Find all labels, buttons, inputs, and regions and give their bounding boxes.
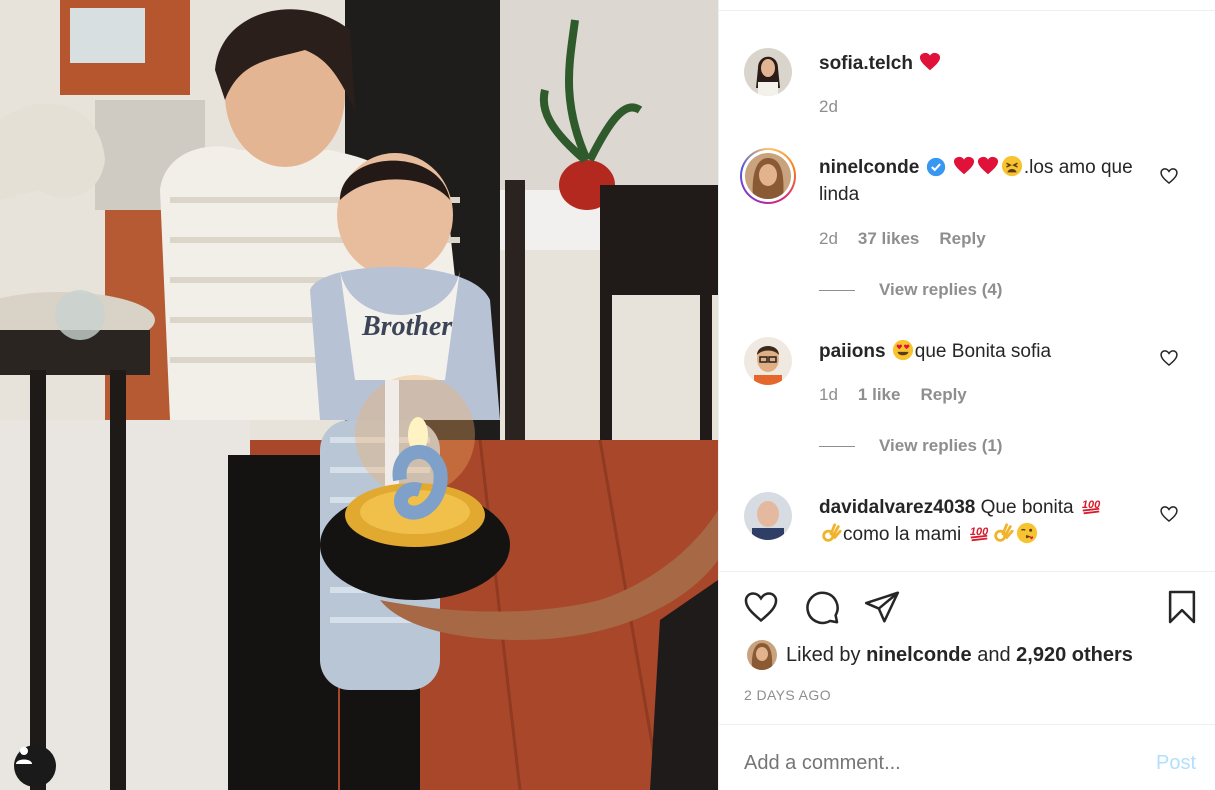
avatar-image [747, 640, 777, 670]
divider [719, 724, 1215, 725]
comment-like-icon[interactable] [1159, 504, 1179, 524]
comment-likes-link[interactable]: 1 like [858, 385, 901, 405]
verified-badge-icon [926, 157, 945, 177]
red-heart-icon [920, 52, 941, 71]
post-photo-illustration: Brother [0, 0, 718, 790]
divider [719, 571, 1215, 572]
view-replies-button[interactable]: View replies (1) [819, 436, 1002, 456]
red-heart-icon [977, 156, 998, 175]
comment-like-icon[interactable] [1159, 348, 1179, 368]
speech-bubble-icon[interactable] [803, 588, 841, 626]
liked-by-and: and [977, 643, 1011, 666]
svg-text:Brother: Brother [361, 311, 453, 342]
reply-button[interactable]: Reply [920, 385, 966, 405]
caption-meta: 2d [819, 97, 838, 117]
comment-time: 1d [819, 385, 838, 404]
comment-paiions: paiions que Bonita sofia [819, 338, 1139, 365]
paper-plane-icon[interactable] [863, 588, 901, 626]
comment-username[interactable]: ninelconde [819, 157, 919, 178]
view-replies-label: View replies (4) [879, 280, 1003, 299]
winking-kiss-emoji-icon [1016, 522, 1037, 544]
comment-username[interactable]: paiions [819, 341, 886, 362]
avatar-sofia-telch[interactable] [744, 48, 792, 96]
avatar-image [744, 48, 792, 96]
view-replies-button[interactable]: View replies (4) [819, 280, 1002, 300]
liked-by-prefix: Liked by [786, 643, 861, 666]
ok-hand-emoji-icon [822, 523, 842, 542]
caption-text: sofia.telch [819, 50, 1139, 77]
bookmark-icon[interactable] [1163, 588, 1201, 626]
comment-text: Que bonita [980, 497, 1074, 518]
avatar-image [745, 153, 791, 199]
heart-outline-icon[interactable] [742, 588, 780, 626]
divider [819, 289, 855, 291]
divider [719, 10, 1215, 11]
comment-time: 2d [819, 229, 838, 248]
comment-meta: 2d 37 likes Reply [819, 229, 986, 249]
red-heart-icon [953, 156, 974, 175]
reply-button[interactable]: Reply [939, 229, 985, 249]
avatar-paiions[interactable] [744, 337, 792, 385]
comment-text: como la mami [843, 524, 962, 545]
comment-text: que Bonita sofia [914, 341, 1052, 362]
likes-summary: Liked by ninelconde and 2,920 others [747, 640, 1133, 670]
avatar-ninelconde[interactable] [740, 148, 796, 204]
avatar-image [744, 492, 792, 540]
person-icon [16, 747, 32, 764]
post-comment-button[interactable]: Post [1156, 752, 1196, 775]
tired-face-emoji-icon [1001, 155, 1022, 177]
add-comment-input[interactable] [744, 752, 1124, 775]
post-timestamp[interactable]: 2 DAYS AGO [744, 687, 831, 703]
hundred-points-emoji-icon: 100 [1082, 499, 1101, 515]
post-photo[interactable]: Brother [0, 0, 718, 790]
avatar-image [744, 337, 792, 385]
caption-time: 2d [819, 97, 838, 116]
comment-davidalvarez4038: davidalvarez4038 Que bonita 100 como la … [819, 494, 1139, 548]
comment-likes-link[interactable]: 37 likes [858, 229, 919, 249]
hundred-points-emoji-icon: 100 [969, 526, 989, 542]
comment-username[interactable]: davidalvarez4038 [819, 497, 975, 518]
liker-avatar[interactable] [747, 640, 777, 670]
comment-like-icon[interactable] [1159, 166, 1179, 186]
post-details-panel: sofia.telch 2d ninelconde .los amo que l… [718, 0, 1215, 790]
avatar-davidalvarez4038[interactable] [744, 492, 792, 540]
ok-hand-emoji-icon [993, 523, 1014, 542]
liked-by-others-link[interactable]: 2,920 others [1016, 644, 1133, 667]
comment-ninelconde: ninelconde .los amo que linda [819, 154, 1139, 208]
view-replies-label: View replies (1) [879, 436, 1003, 455]
caption-username[interactable]: sofia.telch [819, 53, 913, 74]
divider [819, 445, 855, 447]
tagged-user-button[interactable] [14, 745, 56, 787]
liked-by-user-link[interactable]: ninelconde [866, 644, 972, 667]
heart-eyes-emoji-icon [892, 339, 913, 361]
comment-meta: 1d 1 like Reply [819, 385, 967, 405]
